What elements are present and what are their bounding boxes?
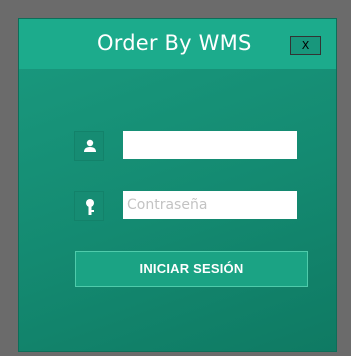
window-title: Order By WMS [97, 31, 252, 55]
close-button[interactable]: X [290, 36, 321, 55]
user-icon [74, 131, 104, 161]
password-input[interactable] [123, 191, 297, 219]
key-icon [74, 191, 104, 221]
title-bar: Order By WMS X [19, 19, 336, 69]
login-button[interactable]: INICIAR SESIÓN [75, 251, 308, 287]
username-input[interactable] [123, 131, 297, 159]
login-window: Order By WMS X INICIAR SESIÓN [18, 18, 337, 352]
password-row [74, 191, 299, 221]
username-row [74, 131, 299, 161]
